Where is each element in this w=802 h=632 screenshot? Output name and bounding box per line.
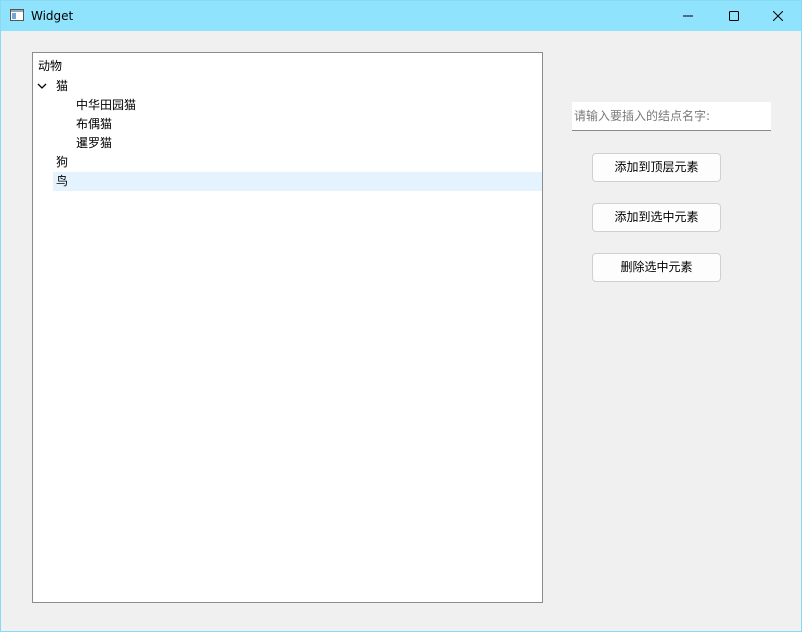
tree-item-label: 暹罗猫 bbox=[76, 136, 113, 150]
chevron-down-icon[interactable] bbox=[37, 82, 47, 90]
tree-item-siamese[interactable]: 暹罗猫 bbox=[33, 134, 542, 153]
close-button[interactable] bbox=[755, 1, 801, 31]
tree-header: 动物 bbox=[38, 59, 63, 73]
tree-item-cat[interactable]: 猫 bbox=[33, 77, 542, 96]
add-top-level-button[interactable]: 添加到顶层元素 bbox=[592, 153, 721, 182]
tree-item-label: 狗 bbox=[56, 155, 69, 169]
delete-selected-button[interactable]: 删除选中元素 bbox=[592, 253, 721, 282]
tree-item-ragdoll[interactable]: 布偶猫 bbox=[33, 115, 542, 134]
minimize-icon bbox=[683, 15, 693, 17]
window-title: Widget bbox=[31, 9, 74, 23]
close-icon bbox=[773, 11, 783, 21]
tree-item-label: 猫 bbox=[56, 79, 69, 93]
maximize-icon bbox=[729, 11, 739, 21]
tree-item-bird[interactable]: 鸟 bbox=[33, 172, 542, 191]
tree-view[interactable]: 动物 猫 中华田园猫 布偶猫 暹罗猫 狗 鸟 bbox=[32, 52, 543, 603]
tree-item-dog[interactable]: 狗 bbox=[33, 153, 542, 172]
maximize-button[interactable] bbox=[711, 1, 757, 31]
tree-item-label: 中华田园猫 bbox=[76, 98, 137, 112]
tree-item-label: 布偶猫 bbox=[76, 117, 113, 131]
minimize-button[interactable] bbox=[665, 1, 711, 31]
app-window-icon bbox=[10, 9, 24, 21]
app-window: Widget 动物 猫 中华田园猫 布偶猫 暹罗猫 狗 鸟 请输入要插入的结点名… bbox=[0, 0, 802, 632]
tree-item-chinese-cat[interactable]: 中华田园猫 bbox=[33, 96, 542, 115]
selection-highlight bbox=[53, 172, 542, 191]
node-name-input[interactable] bbox=[572, 102, 771, 131]
title-bar[interactable]: Widget bbox=[1, 1, 801, 31]
tree-item-label: 鸟 bbox=[56, 174, 69, 188]
add-to-selected-button[interactable]: 添加到选中元素 bbox=[592, 203, 721, 232]
